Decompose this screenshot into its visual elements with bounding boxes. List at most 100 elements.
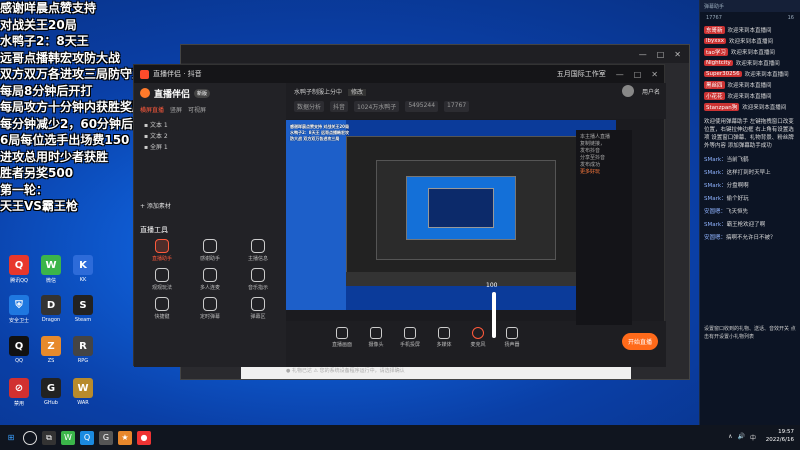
tool-button[interactable]: 定时弹幕 [186, 297, 234, 320]
tool-button[interactable]: 主播信息 [234, 239, 282, 262]
tool-button[interactable]: 直播助手 [138, 239, 186, 262]
volume-slider[interactable] [492, 292, 496, 338]
user-name: 用户名 [641, 88, 660, 96]
start-button[interactable]: ⊞ [4, 431, 18, 445]
tray-expand-icon[interactable]: ∧ [728, 433, 732, 442]
clock[interactable]: 19:57 2022/6/16 [766, 428, 794, 444]
toolbar-label: 麦克风 [470, 342, 486, 348]
tool-button[interactable]: 多人连麦 [186, 268, 234, 291]
app-icon: W [41, 255, 61, 275]
desktop-icon[interactable]: W 微信 [36, 255, 66, 284]
maximize-button[interactable]: □ [634, 70, 642, 79]
window-title: 直播伴侣 · 抖音 [153, 70, 202, 78]
tools-title: 直播工具 [140, 226, 168, 234]
scene-item[interactable]: ▪ 文本 2 [144, 131, 276, 142]
tool-icon [155, 297, 169, 311]
brand: 直播伴侣 新版 [134, 83, 286, 103]
scene-item[interactable]: ▪ 全屏 1 [144, 142, 276, 153]
taskbar-app-icon[interactable]: ● [137, 430, 151, 445]
close-button[interactable]: ✕ [651, 70, 658, 79]
close-icon[interactable]: ✕ [674, 50, 681, 59]
chat-text: 飞天恒先 [726, 209, 749, 215]
tab-portrait[interactable]: 竖屏 [170, 105, 182, 114]
app-logo-icon [140, 69, 149, 79]
welcome-text: 欢迎来到本直播间 [727, 93, 772, 100]
desktop-icon[interactable]: ⛨ 安全卫士 [4, 295, 34, 324]
desktop-icon-label: Dragon [41, 317, 61, 323]
tab-landscape[interactable]: 横屏直播 [140, 105, 164, 114]
edit-title-button[interactable]: 修改 [347, 89, 366, 96]
taskbar-app-icon[interactable]: W [61, 430, 75, 445]
toolbar-button[interactable]: 手机投屏 [396, 327, 424, 348]
desktop-icon[interactable]: K KK [68, 255, 98, 283]
minimize-button[interactable]: — [616, 70, 624, 79]
toolbar-button[interactable]: 麦克风 [464, 327, 492, 348]
microphone-icon [472, 327, 484, 339]
side-info-line: 本主播人直播 [580, 134, 611, 140]
studio-name: 五月国际工作室 [556, 70, 606, 78]
add-source-button[interactable]: + 添加素材 [140, 201, 171, 210]
search-icon[interactable] [23, 430, 37, 445]
volume-slider-fill [492, 292, 496, 338]
live-preview[interactable]: 感谢咩晨点赞支持 对战关王20局 水鸭子2：8天王 远哥点播韩宏攻防大战 双方双… [286, 120, 616, 310]
taskbar-app-icon[interactable]: G [99, 430, 113, 445]
taskbar: ⊞ ⧉ W Q G ★ ● ∧ 🔊 中 19:57 2022/6/16 [0, 425, 800, 450]
danmaku-panel[interactable]: 弹幕助手 17767 16 东哥新 欢迎来到本直播间 lbyxxx 欢迎来到本直播间 t… [699, 0, 800, 425]
toolbar-button[interactable]: 多媒体 [430, 327, 458, 348]
scene-item[interactable]: ▪ 文本 1 [144, 120, 276, 131]
toolbar-label: 手机投屏 [399, 342, 420, 348]
online-count: 16 [787, 15, 794, 21]
minimize-icon[interactable]: — [639, 50, 647, 59]
panel-title: 弹幕助手 [700, 0, 800, 12]
toolbar-button[interactable]: 直播画面 [328, 327, 356, 348]
desktop-icon[interactable]: S Steam [68, 295, 98, 323]
side-info-highlight[interactable]: 更多好玩 [580, 169, 628, 176]
toolbar-button[interactable]: 扬声器 [498, 327, 526, 348]
maximize-icon[interactable]: □ [657, 50, 665, 59]
welcome-row: 黑丝四 欢迎来到本直播间 [704, 79, 796, 90]
tool-button[interactable]: 观观玩法 [138, 268, 186, 291]
welcome-text: 欢迎来到本直播间 [744, 71, 789, 78]
toolbar-label: 多媒体 [436, 342, 452, 348]
app-icon: W [73, 378, 93, 398]
tool-button[interactable]: 弹幕区 [234, 297, 282, 320]
welcome-row: 小花花 欢迎来到本直播间 [704, 90, 796, 101]
desktop-icon[interactable]: D Dragon [36, 295, 66, 323]
ime-indicator[interactable]: 中 [750, 433, 756, 442]
tab-visual[interactable]: 可视屏 [188, 105, 206, 114]
tool-button[interactable]: 感谢助手 [186, 239, 234, 262]
viewer-name: 东哥新 [704, 25, 725, 34]
chat-message: 安圆嗯：飞天恒先 [704, 208, 796, 216]
desktop-icon[interactable]: Q QQ [4, 336, 34, 364]
desktop-icon[interactable]: G GHub [36, 378, 66, 406]
clock-time: 19:57 [778, 429, 794, 435]
welcome-row: Super30256 欢迎来到本直播间 [704, 68, 796, 79]
chat-username: SMark： [704, 157, 727, 163]
app-icon: Z [41, 336, 61, 356]
app-icon: Q [9, 336, 29, 356]
chat-message: SMark：当前飞鹤 [704, 156, 796, 164]
viewer-name: Stanzpan狗 [704, 102, 740, 111]
volume-icon[interactable]: 🔊 [738, 433, 745, 442]
tool-button[interactable]: 快捷键 [138, 297, 186, 320]
scene-tabs: 横屏直播 竖屏 可视屏 [134, 103, 286, 116]
tool-button[interactable]: 音乐指示 [234, 268, 282, 291]
meta-analytics[interactable]: 数据分析 [294, 101, 325, 112]
desktop-icon[interactable]: ⊘ 禁用 [4, 378, 34, 407]
toolbar-button[interactable]: 摄像头 [362, 327, 390, 348]
desktop-icon[interactable]: W WAR [68, 378, 98, 406]
desktop-icon-label: 安全卫士 [8, 318, 29, 324]
taskbar-app-icon[interactable]: ★ [118, 430, 132, 445]
desktop-icon[interactable]: R RPG [68, 336, 98, 364]
status-line: ● 礼物已达 ⚠ 您的系统设备程序运行中，请选择确认 [286, 368, 405, 374]
desktop-icon[interactable]: Z ZS [36, 336, 66, 364]
taskbar-app-icon[interactable]: Q [80, 430, 94, 445]
viewer-name: 黑丝四 [704, 80, 725, 89]
background-window-titlebar: — □ ✕ [181, 45, 689, 63]
avatar[interactable] [621, 85, 634, 97]
taskbar-app-icon[interactable]: ⧉ [42, 430, 56, 445]
clock-date: 2022/6/16 [765, 437, 794, 443]
preview-overlay-text: 感谢咩晨点赞支持 对战关王20局 水鸭子2：8天王 远哥点播韩宏攻防大战 双方双… [290, 124, 349, 141]
start-live-button[interactable]: 开始直播 [621, 333, 658, 350]
desktop-icon[interactable]: Q 腾讯QQ [4, 255, 34, 284]
